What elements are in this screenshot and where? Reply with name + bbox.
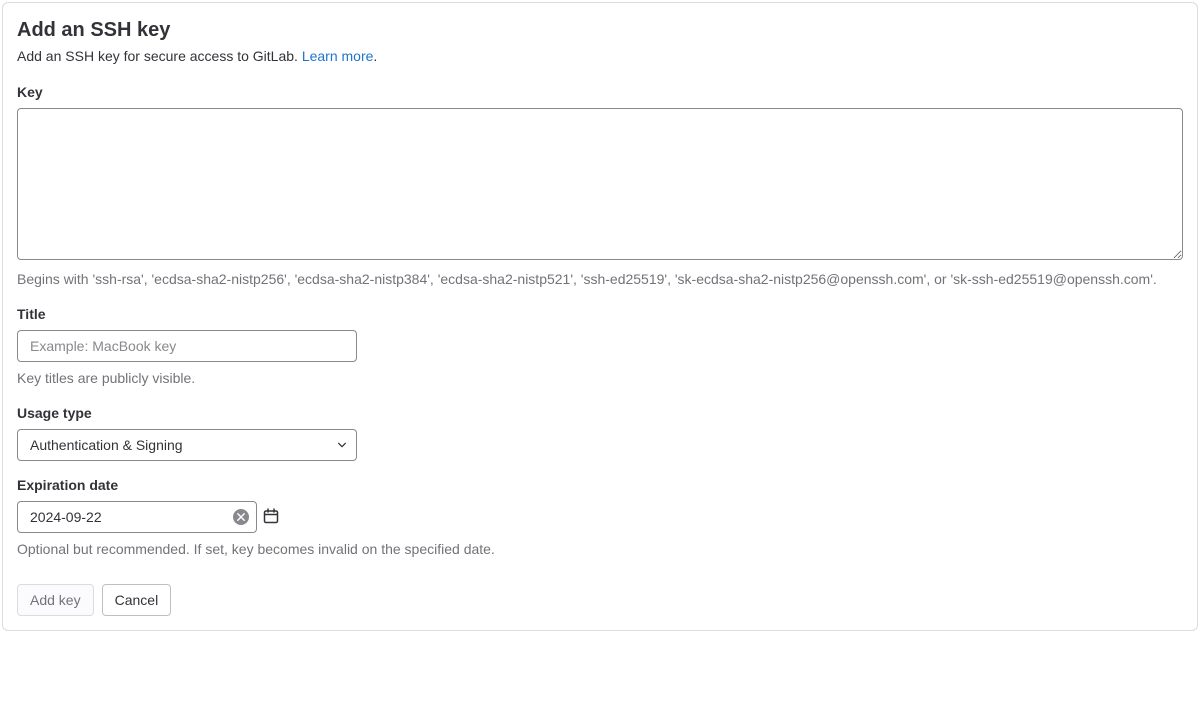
title-field-group: Title Key titles are publicly visible. [17,306,1183,389]
cancel-button[interactable]: Cancel [102,584,172,616]
key-field-group: Key Begins with 'ssh-rsa', 'ecdsa-sha2-n… [17,84,1183,290]
description-suffix: . [373,48,377,64]
button-row: Add key Cancel [17,584,1183,616]
key-textarea[interactable] [17,108,1183,260]
close-icon [237,513,245,521]
usage-type-select[interactable]: Authentication & Signing [17,429,357,461]
learn-more-link[interactable]: Learn more [302,48,374,64]
clear-date-button[interactable] [233,509,249,525]
title-input[interactable] [17,330,357,362]
description-text: Add an SSH key for secure access to GitL… [17,48,302,64]
expiration-help-text: Optional but recommended. If set, key be… [17,539,1183,560]
expiration-field-group: Expiration date Optional but recommended… [17,477,1183,560]
add-key-button[interactable]: Add key [17,584,94,616]
key-help-text: Begins with 'ssh-rsa', 'ecdsa-sha2-nistp… [17,269,1183,290]
page-heading: Add an SSH key [17,19,1183,42]
page-description: Add an SSH key for secure access to GitL… [17,48,1183,64]
usage-type-label: Usage type [17,405,1183,421]
key-label: Key [17,84,1183,100]
expiration-label: Expiration date [17,477,1183,493]
add-ssh-key-panel: Add an SSH key Add an SSH key for secure… [2,2,1198,631]
title-label: Title [17,306,1183,322]
title-help-text: Key titles are publicly visible. [17,368,1183,389]
usage-type-field-group: Usage type Authentication & Signing [17,405,1183,461]
calendar-icon[interactable] [263,508,279,527]
expiration-date-input[interactable] [17,501,257,533]
